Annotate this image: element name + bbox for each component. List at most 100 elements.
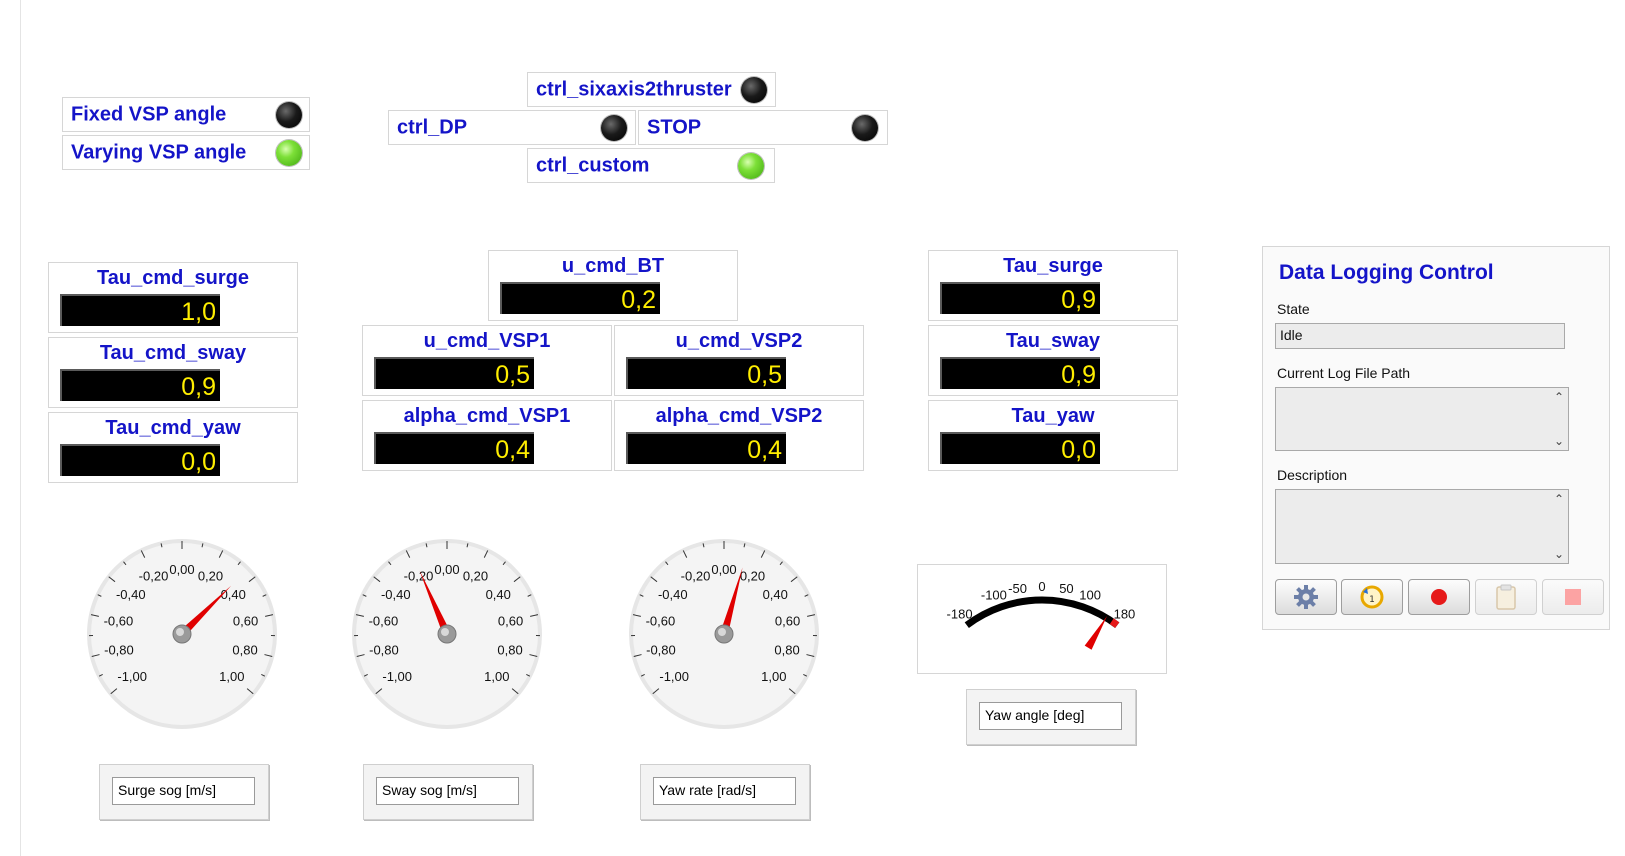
stop-indicator[interactable]: STOP: [638, 110, 888, 145]
scroll-down-icon[interactable]: ⌄: [1554, 547, 1564, 561]
fixed-vsp-angle-label: Fixed VSP angle: [71, 103, 227, 125]
gauge-scale-label: 0,40: [763, 587, 788, 602]
record-button[interactable]: [1408, 579, 1470, 615]
stop-icon: [1565, 589, 1581, 605]
scroll-down-icon[interactable]: ⌄: [1554, 434, 1564, 448]
ctrl-sixaxis2thruster-label: ctrl_sixaxis2thruster: [536, 78, 732, 100]
tau-yaw-value: 0,0: [940, 432, 1100, 464]
u-cmd-vsp2-indicator: u_cmd_VSP2 0,5: [614, 325, 864, 396]
svg-text:1: 1: [1369, 595, 1375, 605]
ctrl-dp-label: ctrl_DP: [397, 116, 468, 138]
alpha-cmd-vsp1-label: alpha_cmd_VSP1: [403, 405, 571, 427]
gauge-scale-label: 0,20: [740, 569, 765, 584]
gauge-scale-label: 0,40: [221, 587, 246, 602]
u-cmd-bt-value: 0,2: [500, 282, 660, 314]
gauge-scale-label: -0,40: [658, 587, 688, 602]
gauge-scale-label: -0,40: [116, 587, 146, 602]
gauge-scale-label: -1,00: [117, 669, 147, 684]
gauge-scale-label: -0,60: [369, 613, 399, 628]
u-cmd-vsp2-label: u_cmd_VSP2: [675, 330, 803, 352]
tau-cmd-sway-indicator: Tau_cmd_sway 0,9: [48, 337, 298, 408]
u-cmd-vsp1-indicator: u_cmd_VSP1 0,5: [362, 325, 612, 396]
tau-cmd-surge-value: 1,0: [60, 294, 220, 326]
tau-cmd-surge-indicator: Tau_cmd_surge 1,0: [48, 262, 298, 333]
settings-button[interactable]: [1275, 579, 1337, 615]
log-file-path-field[interactable]: ⌃ ⌄: [1275, 387, 1569, 451]
yaw-angle-caption: Yaw angle [deg]: [966, 689, 1136, 745]
gauge-hub-highlight: [441, 628, 449, 636]
alpha-cmd-vsp1-indicator: alpha_cmd_VSP1 0,4: [362, 400, 612, 471]
tau-sway-value: 0,9: [940, 357, 1100, 389]
gauge-scale-label: -0,60: [104, 613, 134, 628]
tau-cmd-sway-label: Tau_cmd_sway: [99, 342, 247, 364]
log-file-path-label: Current Log File Path: [1277, 365, 1411, 381]
alpha-cmd-vsp2-label: alpha_cmd_VSP2: [655, 405, 823, 427]
yaw-meter-scale-label: 100: [1079, 588, 1101, 603]
gauge-scale-label: -0,80: [104, 643, 134, 658]
tau-yaw-indicator: Tau_yaw 0,0: [928, 400, 1178, 471]
gauge-hub-highlight: [176, 628, 184, 636]
sway-sog-gauge: -1,00 -0,80 -0,60 -0,40 -0,20 0,00 0,20 0,40 0,6…: [352, 539, 542, 729]
ctrl-dp-indicator[interactable]: ctrl_DP: [388, 110, 636, 145]
scroll-up-icon[interactable]: ⌃: [1554, 390, 1564, 404]
surge-sog-gauge: -1,00 -0,80 -0,60 -0,40 -0,20 0,00 0,20 0,40 0,6…: [87, 539, 277, 729]
tau-cmd-yaw-value: 0,0: [60, 444, 220, 476]
yaw-rate-caption-text: Yaw rate [rad/s]: [653, 777, 796, 805]
gauge-scale-label: 0,60: [233, 613, 258, 628]
yaw-meter-scale-label: 180: [1114, 607, 1136, 622]
state-field: Idle: [1275, 323, 1565, 349]
record-icon: [1431, 589, 1447, 605]
varying-vsp-angle-led: [276, 139, 302, 166]
gauge-hub-highlight: [718, 628, 726, 636]
ctrl-custom-label: ctrl_custom: [536, 154, 650, 176]
gauge-scale-label: 0,60: [775, 613, 800, 628]
ctrl-sixaxis2thruster-led: [741, 76, 767, 103]
gauge-scale-label: -1,00: [382, 669, 412, 684]
yaw-meter-red-zone: [1109, 618, 1120, 628]
clipboard-icon: [1496, 584, 1516, 610]
clipboard-button[interactable]: [1475, 579, 1537, 615]
yaw-angle-meter-frame: -180 -100 -50 0 50 100 180: [917, 564, 1167, 674]
gauge-scale-label: -0,80: [369, 643, 399, 658]
tau-surge-value: 0,9: [940, 282, 1100, 314]
u-cmd-vsp1-value: 0,5: [374, 357, 534, 389]
alpha-cmd-vsp2-value: 0,4: [626, 432, 786, 464]
u-cmd-vsp2-value: 0,5: [626, 357, 786, 389]
u-cmd-vsp1-label: u_cmd_VSP1: [423, 330, 551, 352]
gauge-scale-label: -0,80: [646, 643, 676, 658]
ctrl-custom-indicator[interactable]: ctrl_custom: [527, 148, 775, 183]
tau-surge-label: Tau_surge: [1003, 255, 1103, 277]
data-logging-title: Data Logging Control: [1279, 261, 1494, 284]
yaw-meter-arc: [964, 596, 1120, 628]
gauge-scale-label: 1,00: [484, 669, 509, 684]
stop-led: [852, 114, 878, 141]
gauge-scale-label: 1,00: [761, 669, 786, 684]
stop-logging-button[interactable]: [1542, 579, 1604, 615]
gauge-scale-label: 0,80: [774, 643, 799, 658]
description-field[interactable]: ⌃ ⌄: [1275, 489, 1569, 564]
u-cmd-bt-indicator: u_cmd_BT 0,2: [488, 250, 738, 321]
ctrl-custom-led: [738, 152, 764, 179]
surge-sog-caption: Surge sog [m/s]: [99, 764, 269, 820]
fixed-vsp-angle-indicator[interactable]: Fixed VSP angle: [62, 97, 310, 132]
gauge-scale-label: 0,00: [711, 562, 736, 577]
yaw-angle-meter: -180 -100 -50 0 50 100 180: [947, 579, 1136, 650]
gauge-scale-label: 0,60: [498, 613, 523, 628]
tau-cmd-yaw-label: Tau_cmd_yaw: [105, 417, 241, 439]
refresh-button[interactable]: 1: [1341, 579, 1403, 615]
left-divider: [20, 0, 21, 856]
ctrl-sixaxis2thruster-indicator[interactable]: ctrl_sixaxis2thruster: [527, 72, 776, 107]
gauge-scale-label: 0,00: [434, 562, 459, 577]
gauge-scale-label: 1,00: [219, 669, 244, 684]
fixed-vsp-angle-led: [276, 101, 302, 128]
yaw-meter-scale-label: -50: [1008, 581, 1027, 596]
surge-sog-caption-text: Surge sog [m/s]: [112, 777, 255, 805]
varying-vsp-angle-indicator[interactable]: Varying VSP angle: [62, 135, 310, 170]
scroll-up-icon[interactable]: ⌃: [1554, 492, 1564, 506]
gauge-scale-label: -0,20: [404, 569, 434, 584]
yaw-rate-gauge: -1,00 -0,80 -0,60 -0,40 -0,20 0,00 0,20 0,40 0,6…: [629, 539, 819, 729]
gauge-scale-label: 0,20: [463, 569, 488, 584]
yaw-meter-scale-label: -100: [981, 588, 1007, 603]
yaw-meter-scale-label: 50: [1059, 581, 1073, 596]
gear-icon: [1294, 585, 1318, 609]
